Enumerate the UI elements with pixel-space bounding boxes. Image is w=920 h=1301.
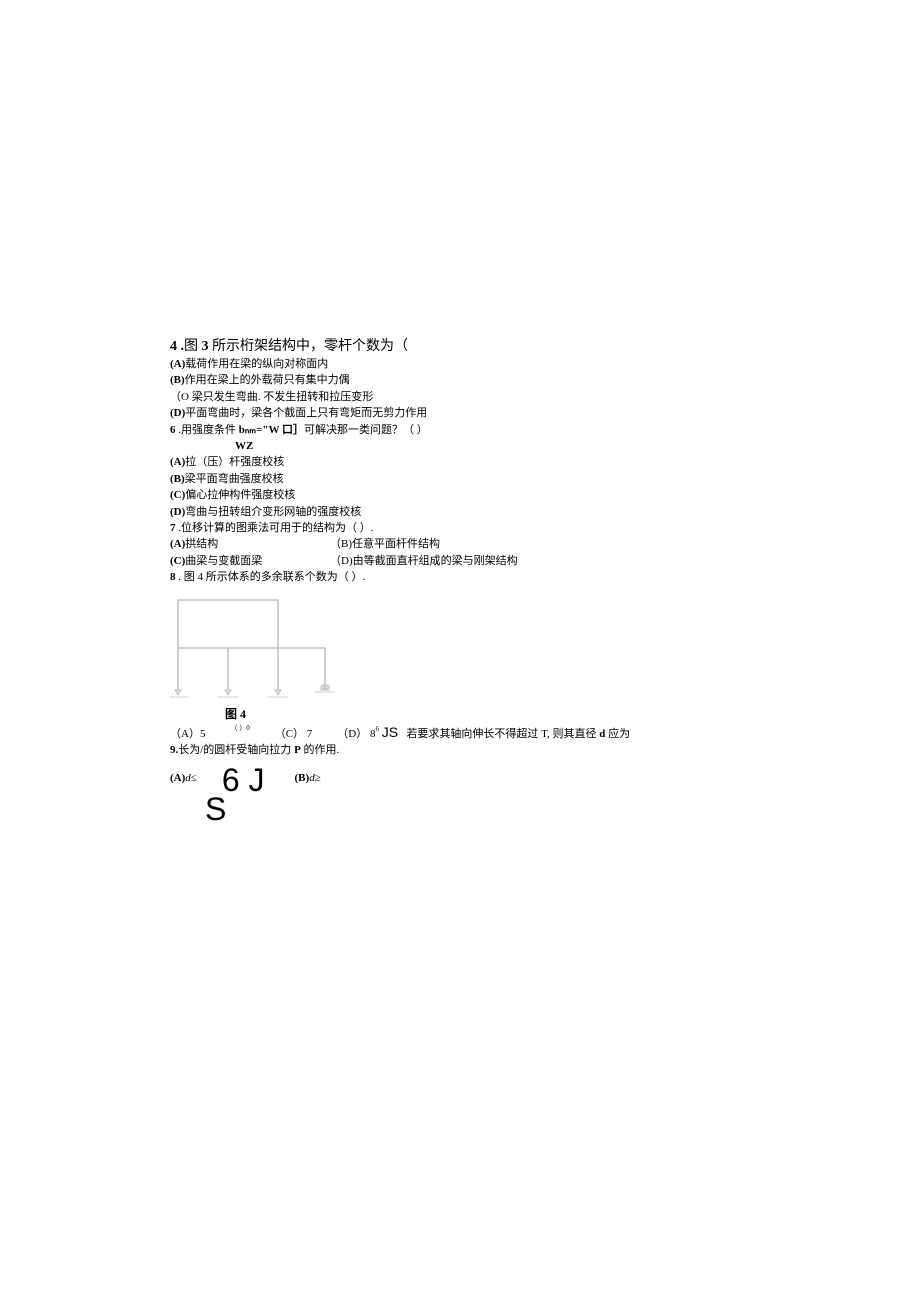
q8-option-a: （A）5 xyxy=(170,725,205,741)
q4-a-label: (A) xyxy=(170,358,185,370)
q6-option-c: (C)偏心拉伸构件强度校核 xyxy=(170,488,670,503)
q8-tail: 若要求其轴向伸长不得超过 T, 则其直径 xyxy=(406,728,599,740)
q4-option-a: (A)载荷作用在梁的纵向对称面内 xyxy=(170,357,670,372)
q4-option-b: (B)作用在梁上的外载荷只有集中力偶 xyxy=(170,373,670,388)
q6-option-d: (D)弯曲与扭转组介变形网轴的强度校核 xyxy=(170,505,670,520)
figure-4-label: 图 4 xyxy=(225,705,670,722)
q8-option-b: （ ）0 xyxy=(230,727,249,739)
q4-a-text: 载荷作用在梁的纵向对称面内 xyxy=(185,358,328,370)
q9-p: P xyxy=(294,744,301,756)
q7-options-row1: (A)拱结构 （B)任意平面杆件结构 xyxy=(170,537,670,552)
q9-math-1: 6 J xyxy=(222,764,265,796)
q4-d-text: 平面弯曲时，梁各个截面上只有弯矩而无剪力作用 xyxy=(185,407,427,419)
q7-d-text: 由等截面直杆组成的梁与刚架结构 xyxy=(353,555,518,567)
q4-number: 4 . xyxy=(170,339,184,354)
q8-option-c: （C） 7 xyxy=(275,725,313,741)
q6-c-text: 偏心拉伸构件强度校核 xyxy=(185,489,295,501)
q8-text: . 图 4 所示体系的多余联系个数为（ ）. xyxy=(176,571,366,583)
q9-post: 的作用. xyxy=(301,744,340,756)
q9-number: 9. xyxy=(170,744,178,756)
q7-text: .位移计算的图乘法可用于的结构为（ ）. xyxy=(176,522,374,534)
question-7: 7 .位移计算的图乘法可用于的结构为（ ）. xyxy=(170,521,670,536)
question-6: 6 .用强度条件 bₙₘ="W 口］可解决那一类问题？（ ） xyxy=(170,423,670,438)
question-8: 8 . 图 4 所示体系的多余联系个数为（ ）. xyxy=(170,570,670,585)
q9-math-2: S xyxy=(205,791,670,828)
q4-title-num: 3 xyxy=(202,339,209,354)
q4-title-post: 所示桁架结构中，零杆个数为（ xyxy=(209,339,409,354)
q7-c-label: (C) xyxy=(170,555,185,567)
structure-diagram-icon xyxy=(170,595,340,700)
q4-c-label: （O xyxy=(170,391,192,403)
q6-d-text: 弯曲与扭转组介变形网轴的强度校核 xyxy=(185,506,361,518)
q4-b-label: (B) xyxy=(170,374,185,386)
q6-a-text: 拉（压）杆强度校核 xyxy=(185,456,284,468)
q4-d-label: (D) xyxy=(170,407,185,419)
q6-option-b: (B)梁平面弯曲强度校核 xyxy=(170,472,670,487)
q9-pre: 长为/的圆杆受轴向拉力 xyxy=(178,744,294,756)
q6-subline: WZ xyxy=(235,439,670,454)
q6-b-label: (B) xyxy=(170,473,185,485)
q4-option-c: （O 梁只发生弯曲. 不发生扭转和拉压变形 xyxy=(170,390,670,405)
q6-pre: .用强度条件 xyxy=(176,424,239,436)
q6-option-a: (A)拉（压）杆强度校核 xyxy=(170,455,670,470)
q6-c-label: (C) xyxy=(170,489,185,501)
q7-options-row2: (C)曲梁与变截面梁 （D)由等截面直杆组成的梁与刚架结构 xyxy=(170,554,670,569)
q9-option-b: (B)d≥ xyxy=(295,772,321,784)
q7-b-text: 任意平面杆件结构 xyxy=(352,538,440,550)
q8-b-sup: （ ）0 xyxy=(230,724,249,732)
q6-d-label: (D) xyxy=(170,506,185,518)
q7-b-label: （B) xyxy=(330,538,352,550)
q6-a-label: (A) xyxy=(170,456,185,468)
q6-post: 可解决那一类问题？（ ） xyxy=(304,424,428,436)
question-9: 9.长为/的圆杆受轴向拉力 P 的作用. xyxy=(170,743,670,758)
q7-d-label: （D) xyxy=(330,555,353,567)
q4-b-text: 作用在梁上的外载荷只有集中力偶 xyxy=(185,374,350,386)
q8-option-d: （D） 86 JS 若要求其轴向伸长不得超过 T, 则其直径 d 应为 xyxy=(337,724,630,741)
q4-title-pre: 图 xyxy=(184,339,202,354)
question-4-title: 4 .图 3 所示桁架结构中，零杆个数为（ xyxy=(170,335,670,355)
q6-b-text: 梁平面弯曲强度校核 xyxy=(185,473,284,485)
q9-option-a: (A)d≤ xyxy=(170,772,197,784)
q7-c-text: 曲梁与变截面梁 xyxy=(185,555,262,567)
q8-options: （A）5 （ ）0 （C） 7 （D） 86 JS 若要求其轴向伸长不得超过 T… xyxy=(170,724,670,741)
q8-js: JS xyxy=(382,724,398,740)
q4-c-text: 梁只发生弯曲. 不发生扭转和拉压变形 xyxy=(192,391,374,403)
figure-4 xyxy=(170,595,670,700)
q7-a-text: 拱结构 xyxy=(185,538,218,550)
q6-formula: bₙₘ="W 口］ xyxy=(239,424,304,436)
q7-a-label: (A) xyxy=(170,538,185,550)
q4-option-d: (D)平面弯曲时，梁各个截面上只有弯矩而无剪力作用 xyxy=(170,406,670,421)
